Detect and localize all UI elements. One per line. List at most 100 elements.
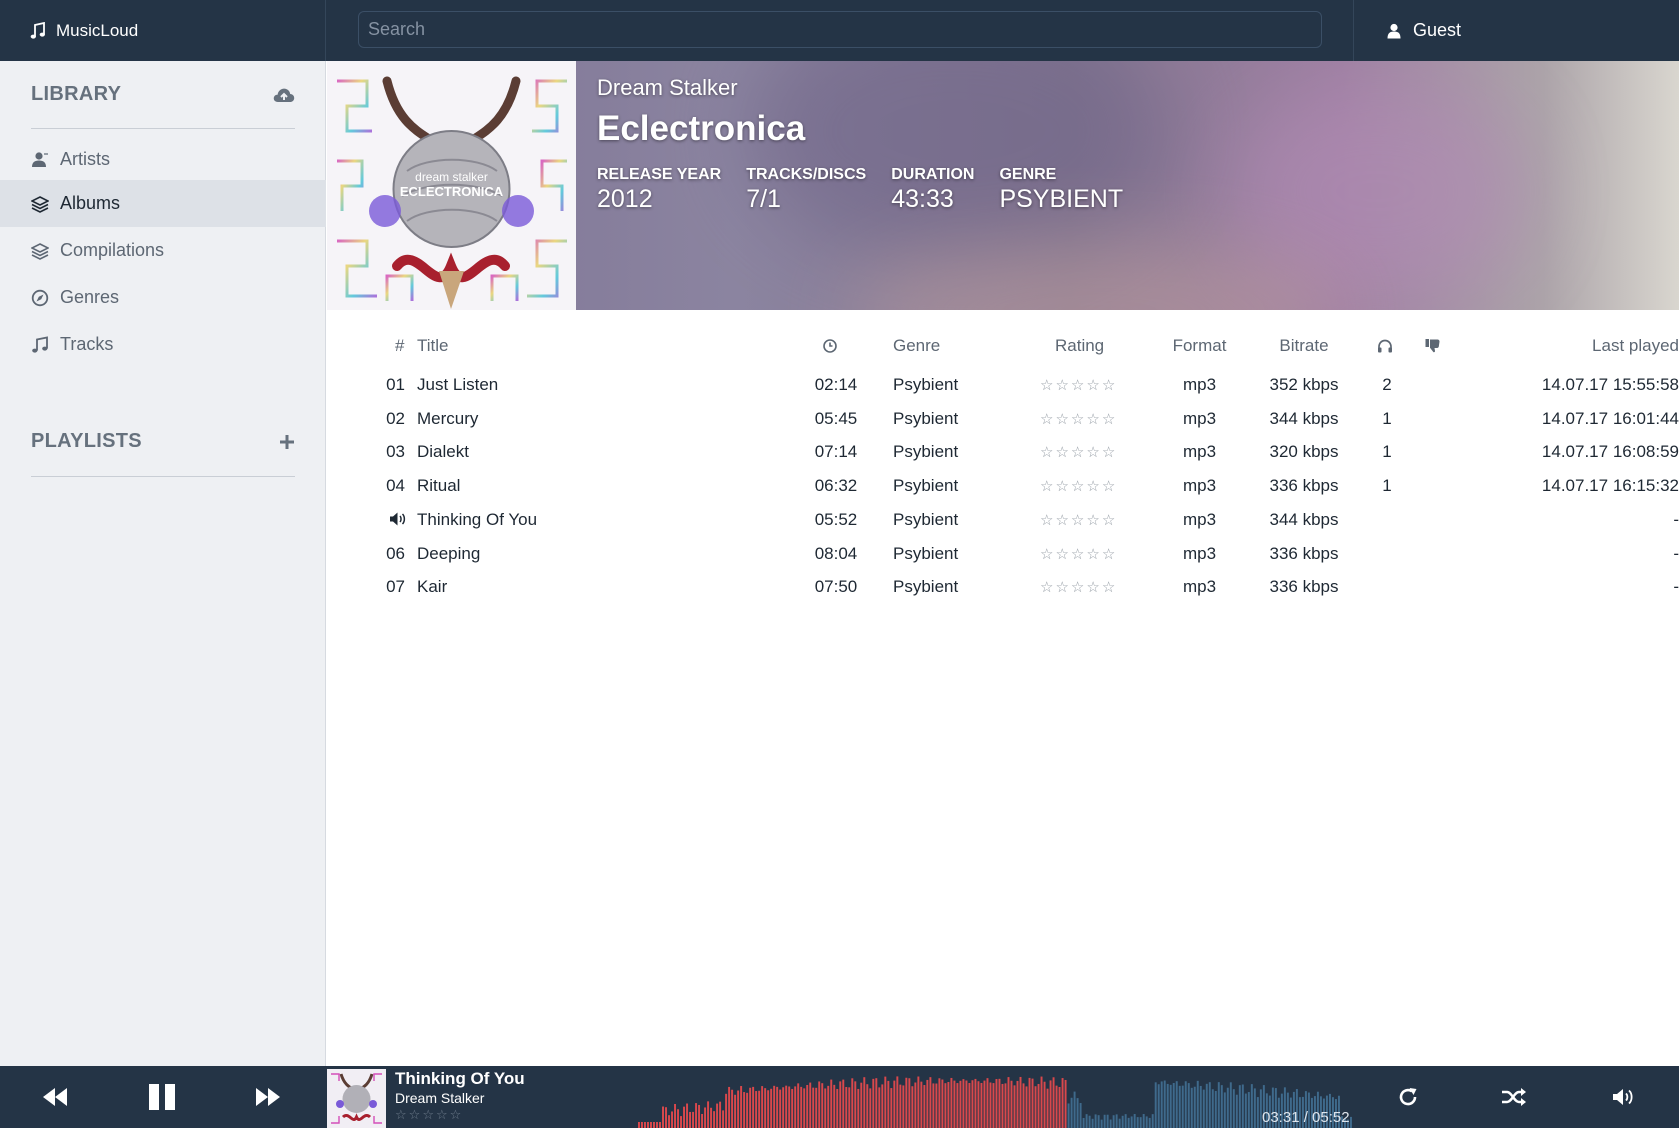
volume-button[interactable] [1604, 1066, 1644, 1128]
table-row[interactable]: 01 Just Listen 02:14 Psybient ☆☆☆☆☆ mp3 352 kb… [327, 367, 1679, 403]
app-brand[interactable]: MusicLoud [0, 0, 326, 61]
rating-star-icon[interactable]: ☆ [1071, 478, 1086, 495]
now-playing-cover[interactable] [327, 1069, 386, 1128]
pause-button[interactable] [137, 1066, 187, 1128]
cloud-upload-icon[interactable] [273, 86, 295, 104]
rating-star-icon[interactable]: ☆ [1086, 579, 1101, 596]
rating-star-icon[interactable]: ☆ [1055, 579, 1070, 596]
rating-star-icon[interactable]: ☆ [1071, 411, 1086, 428]
rating-star-icon[interactable]: ☆ [1086, 411, 1101, 428]
rating-star-icon[interactable]: ☆ [1040, 512, 1055, 529]
track-rating[interactable]: ☆☆☆☆☆ [1040, 578, 1117, 596]
rating-star-icon[interactable]: ☆ [1102, 579, 1117, 596]
rating-star-icon[interactable]: ☆ [1055, 512, 1070, 529]
sidebar-item-artists[interactable]: Artists [0, 136, 326, 183]
table-row[interactable]: Thinking Of You 05:52 Psybient ☆☆☆☆☆ mp3 344 … [327, 502, 1679, 538]
table-row[interactable]: 06 Deeping 08:04 Psybient ☆☆☆☆☆ mp3 336 kbps - [327, 536, 1679, 572]
column-header-duration[interactable] [823, 338, 837, 358]
column-header-title[interactable]: Title [417, 336, 449, 356]
column-header-number[interactable]: # [395, 336, 404, 356]
rating-star-icon[interactable]: ☆ [1055, 411, 1070, 428]
rating-star-icon[interactable]: ☆ [1071, 512, 1086, 529]
column-header-plays[interactable] [1377, 338, 1393, 358]
track-rating[interactable]: ☆☆☆☆☆ [1040, 410, 1117, 428]
table-row[interactable]: 02 Mercury 05:45 Psybient ☆☆☆☆☆ mp3 344 kbps 1 1… [327, 401, 1679, 437]
track-genre[interactable]: Psybient [893, 544, 958, 564]
previous-button[interactable] [30, 1066, 80, 1128]
track-genre[interactable]: Psybient [893, 442, 958, 462]
column-header-last-played[interactable]: Last played [1479, 336, 1679, 356]
track-title[interactable]: Ritual [417, 476, 460, 496]
rating-star-icon[interactable]: ☆ [1040, 411, 1055, 428]
track-genre[interactable]: Psybient [893, 476, 958, 496]
rating-star-icon[interactable]: ☆ [1086, 512, 1101, 529]
rating-star-icon[interactable]: ☆ [1102, 512, 1117, 529]
rating-star-icon[interactable]: ☆ [1071, 579, 1086, 596]
track-genre[interactable]: Psybient [893, 510, 958, 530]
now-playing-rating[interactable]: ☆☆☆☆☆ [395, 1107, 525, 1123]
track-rating[interactable]: ☆☆☆☆☆ [1040, 545, 1117, 563]
track-title[interactable]: Just Listen [417, 375, 498, 395]
rating-star-icon[interactable]: ☆ [1071, 377, 1086, 394]
track-title[interactable]: Thinking Of You [417, 510, 537, 530]
rating-star-icon[interactable]: ☆ [1071, 546, 1086, 563]
sidebar-item-genres[interactable]: Genres [0, 274, 326, 321]
rating-star-icon[interactable]: ☆ [1040, 579, 1055, 596]
track-title[interactable]: Dialekt [417, 442, 469, 462]
rating-star-icon[interactable]: ☆ [1086, 377, 1101, 394]
user-menu[interactable]: Guest [1353, 0, 1679, 61]
rating-star-icon[interactable]: ☆ [1102, 478, 1117, 495]
column-header-genre[interactable]: Genre [893, 336, 940, 356]
rating-star-icon[interactable]: ☆ [1040, 546, 1055, 563]
search-input[interactable] [358, 11, 1322, 48]
add-playlist-icon[interactable] [279, 434, 295, 450]
rating-star-icon[interactable]: ☆ [409, 1107, 423, 1122]
rating-star-icon[interactable]: ☆ [1102, 444, 1117, 461]
track-genre[interactable]: Psybient [893, 577, 958, 597]
column-header-rating[interactable]: Rating [1055, 336, 1104, 356]
rating-star-icon[interactable]: ☆ [1055, 377, 1070, 394]
rating-star-icon[interactable]: ☆ [1055, 546, 1070, 563]
track-rating[interactable]: ☆☆☆☆☆ [1040, 477, 1117, 495]
rating-star-icon[interactable]: ☆ [450, 1107, 464, 1122]
track-rating[interactable]: ☆☆☆☆☆ [1040, 376, 1117, 394]
sidebar-item-albums[interactable]: Albums [0, 180, 326, 227]
track-rating[interactable]: ☆☆☆☆☆ [1040, 443, 1117, 461]
next-button[interactable] [243, 1066, 293, 1128]
sidebar-item-compilations[interactable]: Compilations [0, 227, 326, 274]
rating-star-icon[interactable]: ☆ [422, 1107, 436, 1122]
track-title[interactable]: Mercury [417, 409, 478, 429]
track-title[interactable]: Kair [417, 577, 447, 597]
track-genre[interactable]: Psybient [893, 375, 958, 395]
rating-star-icon[interactable]: ☆ [1071, 444, 1086, 461]
table-row[interactable]: 04 Ritual 06:32 Psybient ☆☆☆☆☆ mp3 336 kbps 1 14… [327, 468, 1679, 504]
rating-star-icon[interactable]: ☆ [436, 1107, 450, 1122]
now-playing-title[interactable]: Thinking Of You [395, 1069, 525, 1089]
rating-star-icon[interactable]: ☆ [1086, 444, 1101, 461]
rating-star-icon[interactable]: ☆ [1086, 546, 1101, 563]
shuffle-button[interactable] [1494, 1066, 1534, 1128]
waveform-seekbar[interactable] [638, 1068, 1353, 1128]
column-header-format[interactable]: Format [1167, 336, 1232, 356]
track-genre[interactable]: Psybient [893, 409, 958, 429]
now-playing-artist[interactable]: Dream Stalker [395, 1090, 525, 1106]
album-artist[interactable]: Dream Stalker [597, 75, 1148, 101]
track-title[interactable]: Deeping [417, 544, 480, 564]
sidebar-item-tracks[interactable]: Tracks [0, 321, 326, 368]
track-rating[interactable]: ☆☆☆☆☆ [1040, 511, 1117, 529]
rating-star-icon[interactable]: ☆ [1086, 478, 1101, 495]
rating-star-icon[interactable]: ☆ [1055, 478, 1070, 495]
table-row[interactable]: 03 Dialekt 07:14 Psybient ☆☆☆☆☆ mp3 320 kbps 1 1… [327, 434, 1679, 470]
rating-star-icon[interactable]: ☆ [395, 1107, 409, 1122]
rating-star-icon[interactable]: ☆ [1102, 546, 1117, 563]
rating-star-icon[interactable]: ☆ [1040, 478, 1055, 495]
column-header-bitrate[interactable]: Bitrate [1259, 336, 1349, 356]
rating-star-icon[interactable]: ☆ [1055, 444, 1070, 461]
column-header-skips[interactable] [1425, 338, 1441, 358]
rating-star-icon[interactable]: ☆ [1102, 411, 1117, 428]
repeat-button[interactable] [1388, 1066, 1428, 1128]
rating-star-icon[interactable]: ☆ [1040, 377, 1055, 394]
rating-star-icon[interactable]: ☆ [1040, 444, 1055, 461]
table-row[interactable]: 07 Kair 07:50 Psybient ☆☆☆☆☆ mp3 336 kbps - [327, 569, 1679, 605]
rating-star-icon[interactable]: ☆ [1102, 377, 1117, 394]
